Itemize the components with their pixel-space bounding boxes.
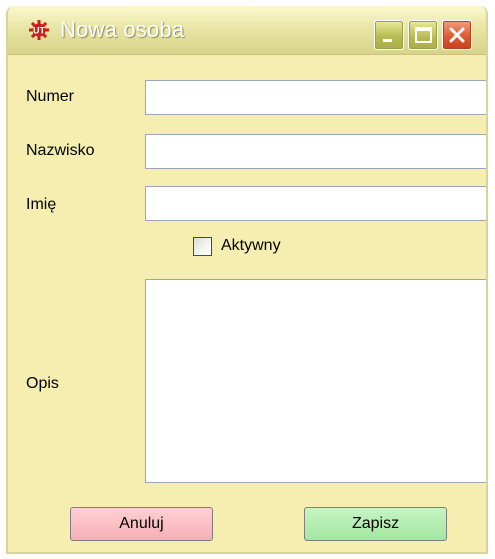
nazwisko-label: Nazwisko <box>26 142 95 159</box>
minimize-icon <box>383 39 392 42</box>
imie-label: Imię <box>26 196 57 213</box>
app-gear-icon: UT <box>28 19 50 41</box>
title-bar[interactable]: UT Nowa osoba <box>8 6 486 55</box>
maximize-button[interactable] <box>408 20 438 50</box>
close-icon <box>449 27 465 43</box>
window-title: Nowa osoba <box>60 17 185 42</box>
cancel-button[interactable]: Anuluj <box>70 507 213 541</box>
maximize-icon <box>415 27 432 43</box>
aktywny-checkbox[interactable] <box>193 237 212 256</box>
minimize-button[interactable] <box>374 20 404 50</box>
save-button[interactable]: Zapisz <box>304 507 447 541</box>
opis-label: Opis <box>26 375 59 392</box>
aktywny-label[interactable]: Aktywny <box>221 237 281 255</box>
close-button[interactable] <box>442 20 472 50</box>
opis-textarea[interactable] <box>145 279 486 483</box>
dialog-window: UT Nowa osoba Numer Nazwisko Imię Aktywn… <box>6 6 488 554</box>
numer-field[interactable] <box>145 80 486 115</box>
nazwisko-field[interactable] <box>145 134 486 169</box>
svg-text:UT: UT <box>33 26 45 36</box>
imie-field[interactable] <box>145 186 486 221</box>
numer-label: Numer <box>26 88 75 105</box>
